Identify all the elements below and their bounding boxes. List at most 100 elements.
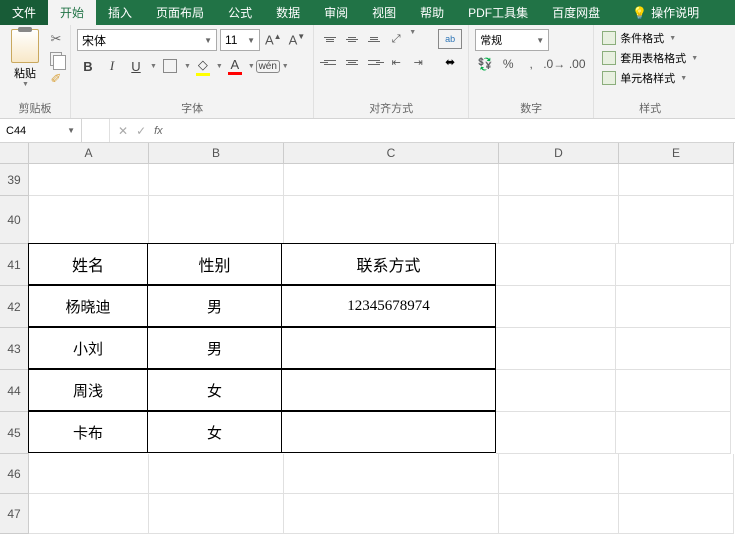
cell-C41[interactable]: 联系方式 <box>281 243 496 285</box>
cell-A42[interactable]: 杨晓迪 <box>28 285 148 327</box>
tab-baidu-netdisk[interactable]: 百度网盘 <box>540 0 612 25</box>
column-header-B[interactable]: B <box>149 143 284 164</box>
cell-A45[interactable]: 卡布 <box>28 411 148 453</box>
font-size-dropdown[interactable]: 11▼ <box>220 29 260 51</box>
increase-indent-button[interactable]: ⇥ <box>408 52 428 72</box>
increase-font-size-button[interactable]: A▲ <box>263 32 284 47</box>
wrap-text-button[interactable]: ab <box>438 29 462 49</box>
chevron-down-icon[interactable]: ▼ <box>184 63 191 70</box>
cell-A40[interactable] <box>29 196 149 244</box>
tab-formulas[interactable]: 公式 <box>216 0 264 25</box>
align-left-button[interactable] <box>320 52 340 72</box>
tab-data[interactable]: 数据 <box>264 0 312 25</box>
cell-styles-button[interactable]: 单元格样式▼ <box>600 69 700 87</box>
cell-E42[interactable] <box>616 286 731 328</box>
increase-decimal-button[interactable]: .0→ <box>544 54 564 74</box>
format-as-table-button[interactable]: 套用表格格式▼ <box>600 49 700 67</box>
cell-D39[interactable] <box>499 164 619 196</box>
percent-format-button[interactable]: % <box>498 54 518 74</box>
tab-pdf-tools[interactable]: PDF工具集 <box>456 0 540 25</box>
cut-button[interactable]: ✂ <box>48 31 64 47</box>
align-bottom-button[interactable] <box>364 29 384 49</box>
fill-color-button[interactable]: ◇ <box>193 55 213 77</box>
conditional-formatting-button[interactable]: 条件格式▼ <box>600 29 700 47</box>
cell-C39[interactable] <box>284 164 499 196</box>
bold-button[interactable]: B <box>77 55 99 77</box>
cell-D40[interactable] <box>499 196 619 244</box>
cell-B44[interactable]: 女 <box>147 369 282 411</box>
cell-A39[interactable] <box>29 164 149 196</box>
cell-C40[interactable] <box>284 196 499 244</box>
column-header-C[interactable]: C <box>284 143 499 164</box>
column-header-A[interactable]: A <box>29 143 149 164</box>
cell-C43[interactable] <box>281 327 496 369</box>
tab-page-layout[interactable]: 页面布局 <box>144 0 216 25</box>
column-header-D[interactable]: D <box>499 143 619 164</box>
accounting-format-button[interactable]: 💱 <box>475 54 495 74</box>
cell-C47[interactable] <box>284 494 499 534</box>
row-header-46[interactable]: 46 <box>0 454 29 494</box>
name-box[interactable]: C44▼ <box>0 119 82 142</box>
tab-help[interactable]: 帮助 <box>408 0 456 25</box>
column-header-E[interactable]: E <box>619 143 734 164</box>
paste-button[interactable]: 粘贴 ▼ <box>6 29 44 88</box>
formula-input[interactable] <box>171 119 735 142</box>
cell-C46[interactable] <box>284 454 499 494</box>
font-color-button[interactable]: A <box>225 55 245 77</box>
align-center-button[interactable] <box>342 52 362 72</box>
cell-D41[interactable] <box>496 244 616 286</box>
orientation-button[interactable]: ⤢ <box>386 29 406 49</box>
cell-E40[interactable] <box>619 196 734 244</box>
row-header-44[interactable]: 44 <box>0 370 29 412</box>
accept-formula-button[interactable]: ✓ <box>136 124 146 138</box>
italic-button[interactable]: I <box>101 55 123 77</box>
borders-button[interactable] <box>159 55 181 77</box>
cell-A46[interactable] <box>29 454 149 494</box>
tab-file[interactable]: 文件 <box>0 0 48 25</box>
cell-E47[interactable] <box>619 494 734 534</box>
align-top-button[interactable] <box>320 29 340 49</box>
cell-D42[interactable] <box>496 286 616 328</box>
cell-E41[interactable] <box>616 244 731 286</box>
chevron-down-icon[interactable]: ▼ <box>216 63 223 70</box>
number-format-dropdown[interactable]: 常规▼ <box>475 29 549 51</box>
decrease-decimal-button[interactable]: .00 <box>567 54 587 74</box>
row-header-42[interactable]: 42 <box>0 286 29 328</box>
tab-view[interactable]: 视图 <box>360 0 408 25</box>
chevron-down-icon[interactable]: ▼ <box>282 63 289 70</box>
tab-insert[interactable]: 插入 <box>96 0 144 25</box>
insert-function-button[interactable]: fx <box>154 125 163 137</box>
row-header-40[interactable]: 40 <box>0 196 29 244</box>
chevron-down-icon[interactable]: ▼ <box>248 63 255 70</box>
cell-B42[interactable]: 男 <box>147 285 282 327</box>
copy-button[interactable] <box>48 51 64 67</box>
tell-me[interactable]: 💡操作说明 <box>620 0 711 25</box>
select-all-corner[interactable] <box>0 143 29 164</box>
format-painter-button[interactable]: ✐ <box>48 71 64 87</box>
cell-D47[interactable] <box>499 494 619 534</box>
chevron-down-icon[interactable]: ▼ <box>150 63 157 70</box>
cell-C44[interactable] <box>281 369 496 411</box>
cell-A47[interactable] <box>29 494 149 534</box>
phonetic-button[interactable]: wén <box>257 55 279 77</box>
tab-review[interactable]: 审阅 <box>312 0 360 25</box>
tab-home[interactable]: 开始 <box>48 0 96 25</box>
cell-E43[interactable] <box>616 328 731 370</box>
cell-B45[interactable]: 女 <box>147 411 282 453</box>
cell-B39[interactable] <box>149 164 284 196</box>
cell-A41[interactable]: 姓名 <box>28 243 148 285</box>
comma-format-button[interactable]: , <box>521 54 541 74</box>
cell-B46[interactable] <box>149 454 284 494</box>
cell-D45[interactable] <box>496 412 616 454</box>
cell-C45[interactable] <box>281 411 496 453</box>
cell-B40[interactable] <box>149 196 284 244</box>
chevron-down-icon[interactable]: ▼ <box>409 29 416 49</box>
cell-B47[interactable] <box>149 494 284 534</box>
cells-area[interactable]: 姓名性别联系方式杨晓迪男12345678974小刘男周浅女卡布女 <box>29 164 734 534</box>
cell-C42[interactable]: 12345678974 <box>281 285 496 327</box>
cell-E46[interactable] <box>619 454 734 494</box>
cell-A43[interactable]: 小刘 <box>28 327 148 369</box>
cell-A44[interactable]: 周浅 <box>28 369 148 411</box>
cell-E45[interactable] <box>616 412 731 454</box>
cell-B43[interactable]: 男 <box>147 327 282 369</box>
